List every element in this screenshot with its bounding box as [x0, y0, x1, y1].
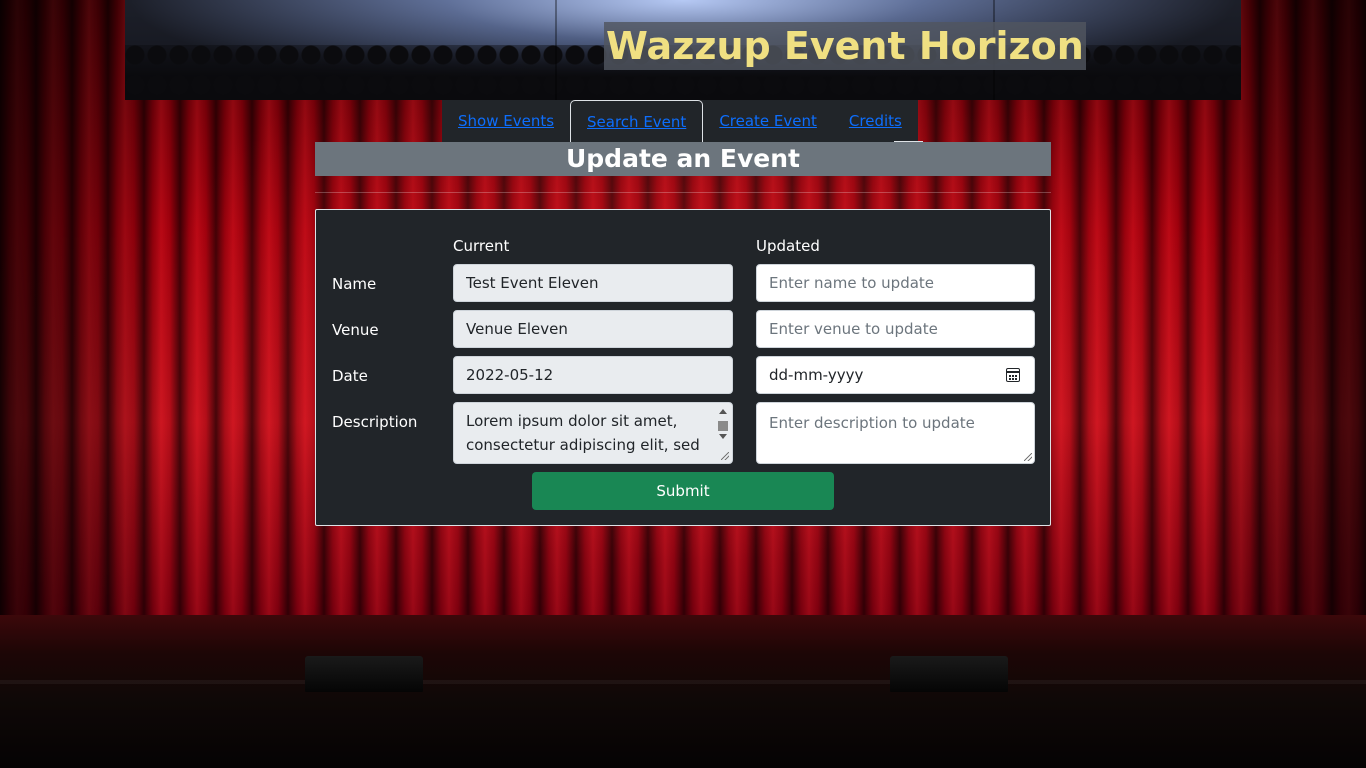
update-name-input[interactable] — [756, 264, 1035, 302]
scroll-thumb[interactable] — [718, 421, 728, 431]
tab-show-events[interactable]: Show Events — [442, 100, 570, 142]
stage-monitor-right — [890, 656, 1008, 692]
update-venue-input[interactable] — [756, 310, 1035, 348]
description-label: Description — [332, 413, 418, 431]
nav-tabs: Show Events Search Event Create Event Cr… — [442, 100, 918, 142]
submit-button[interactable]: Submit — [532, 472, 834, 510]
resize-grip-icon[interactable] — [1024, 453, 1032, 461]
tab-create-event[interactable]: Create Event — [703, 100, 833, 142]
stage-monitor-left — [305, 656, 423, 692]
stage-floor-edge — [0, 680, 1366, 684]
current-description-wrapper: Lorem ipsum dolor sit amet, consectetur … — [453, 402, 733, 465]
date-label: Date — [332, 367, 368, 385]
date-placeholder: dd-mm-yyyy — [769, 366, 864, 384]
update-event-form: Current Updated Name Venue Date dd-mm-yy… — [315, 209, 1051, 526]
current-name-field — [453, 264, 733, 302]
current-venue-field — [453, 310, 733, 348]
current-description-field[interactable]: Lorem ipsum dolor sit amet, consectetur … — [454, 403, 716, 465]
update-date-input[interactable]: dd-mm-yyyy — [756, 356, 1035, 394]
name-label: Name — [332, 275, 377, 293]
divider — [315, 192, 1051, 193]
site-title: Wazzup Event Horizon — [604, 22, 1086, 70]
update-description-input[interactable] — [756, 402, 1035, 464]
scroll-up-icon[interactable] — [719, 409, 727, 414]
calendar-icon[interactable] — [1006, 368, 1020, 382]
resize-grip-icon[interactable] — [721, 452, 729, 460]
scroll-down-icon[interactable] — [719, 434, 727, 439]
page-title: Update an Event — [315, 142, 1051, 176]
header-banner: Wazzup Event Horizon — [125, 0, 1241, 100]
stage-floor — [0, 615, 1366, 768]
venue-label: Venue — [332, 321, 379, 339]
tab-search-event[interactable]: Search Event — [570, 100, 704, 142]
tab-credits[interactable]: Credits — [833, 100, 918, 142]
banner-divider — [555, 0, 557, 100]
column-header-current: Current — [453, 237, 510, 255]
column-header-updated: Updated — [756, 237, 820, 255]
current-date-field — [453, 356, 733, 394]
